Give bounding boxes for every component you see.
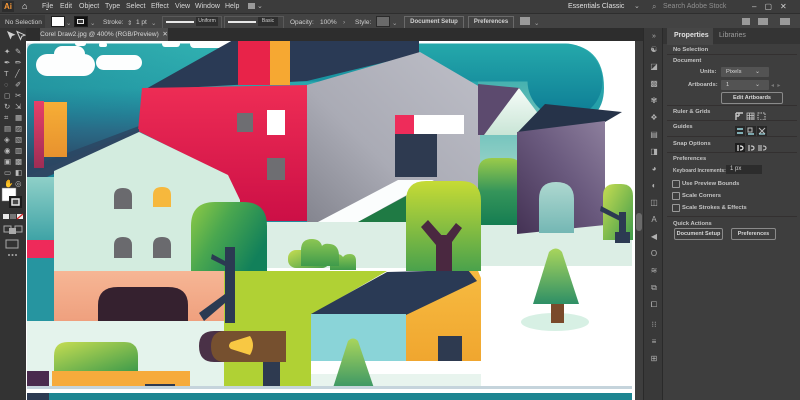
svg-text:◻: ◻: [4, 91, 10, 100]
svg-text:◕: ◕: [652, 164, 657, 173]
svg-text:◎: ◎: [15, 179, 22, 188]
svg-text:◧: ◧: [15, 168, 22, 177]
svg-text:»: »: [652, 33, 656, 40]
svg-text:▦: ▦: [15, 113, 22, 122]
svg-text:✐: ✐: [15, 80, 21, 89]
svg-text:▧: ▧: [15, 135, 22, 144]
svg-text:O: O: [651, 249, 657, 258]
svg-text:◫: ◫: [650, 198, 658, 207]
svg-text:╱: ╱: [14, 68, 21, 78]
svg-text:A: A: [651, 215, 657, 224]
svg-text:◀: ◀: [651, 232, 658, 241]
svg-text:≋: ≋: [651, 266, 658, 275]
svg-text:⇲: ⇲: [15, 102, 22, 111]
svg-text:✂: ✂: [15, 91, 22, 100]
svg-text:▩: ▩: [15, 157, 22, 166]
svg-text:⊞: ⊞: [651, 354, 658, 363]
svg-text:☯: ☯: [650, 45, 657, 54]
svg-text:◐: ◐: [652, 181, 657, 190]
svg-text:◈: ◈: [4, 135, 11, 144]
svg-text:✒: ✒: [4, 58, 11, 67]
svg-text:▣: ▣: [4, 157, 11, 166]
svg-text:⧠: ⧠: [651, 300, 657, 309]
svg-text:✦: ✦: [4, 47, 11, 56]
svg-text:✏: ✏: [15, 58, 22, 67]
svg-text:↻: ↻: [4, 102, 10, 111]
svg-text:✾: ✾: [651, 96, 658, 105]
svg-text:▥: ▥: [15, 146, 22, 155]
svg-text:◪: ◪: [650, 62, 658, 71]
svg-text:❖: ❖: [650, 113, 657, 122]
svg-text:▭: ▭: [4, 168, 11, 177]
svg-text:◉: ◉: [4, 146, 11, 155]
svg-text:T: T: [4, 69, 9, 78]
svg-text:▩: ▩: [650, 79, 658, 88]
svg-text:⧉: ⧉: [651, 283, 657, 292]
svg-text:◌: ◌: [4, 80, 9, 89]
svg-text:✋: ✋: [4, 179, 13, 188]
svg-text:✎: ✎: [15, 47, 21, 56]
svg-text:▤: ▤: [4, 124, 11, 133]
svg-text:▨: ▨: [15, 124, 22, 133]
svg-text:⁝⁝: ⁝⁝: [651, 320, 656, 329]
svg-text:≡: ≡: [652, 337, 657, 346]
svg-text:⌗: ⌗: [4, 113, 9, 122]
svg-text:▤: ▤: [650, 130, 658, 139]
svg-text:◨: ◨: [650, 147, 658, 156]
